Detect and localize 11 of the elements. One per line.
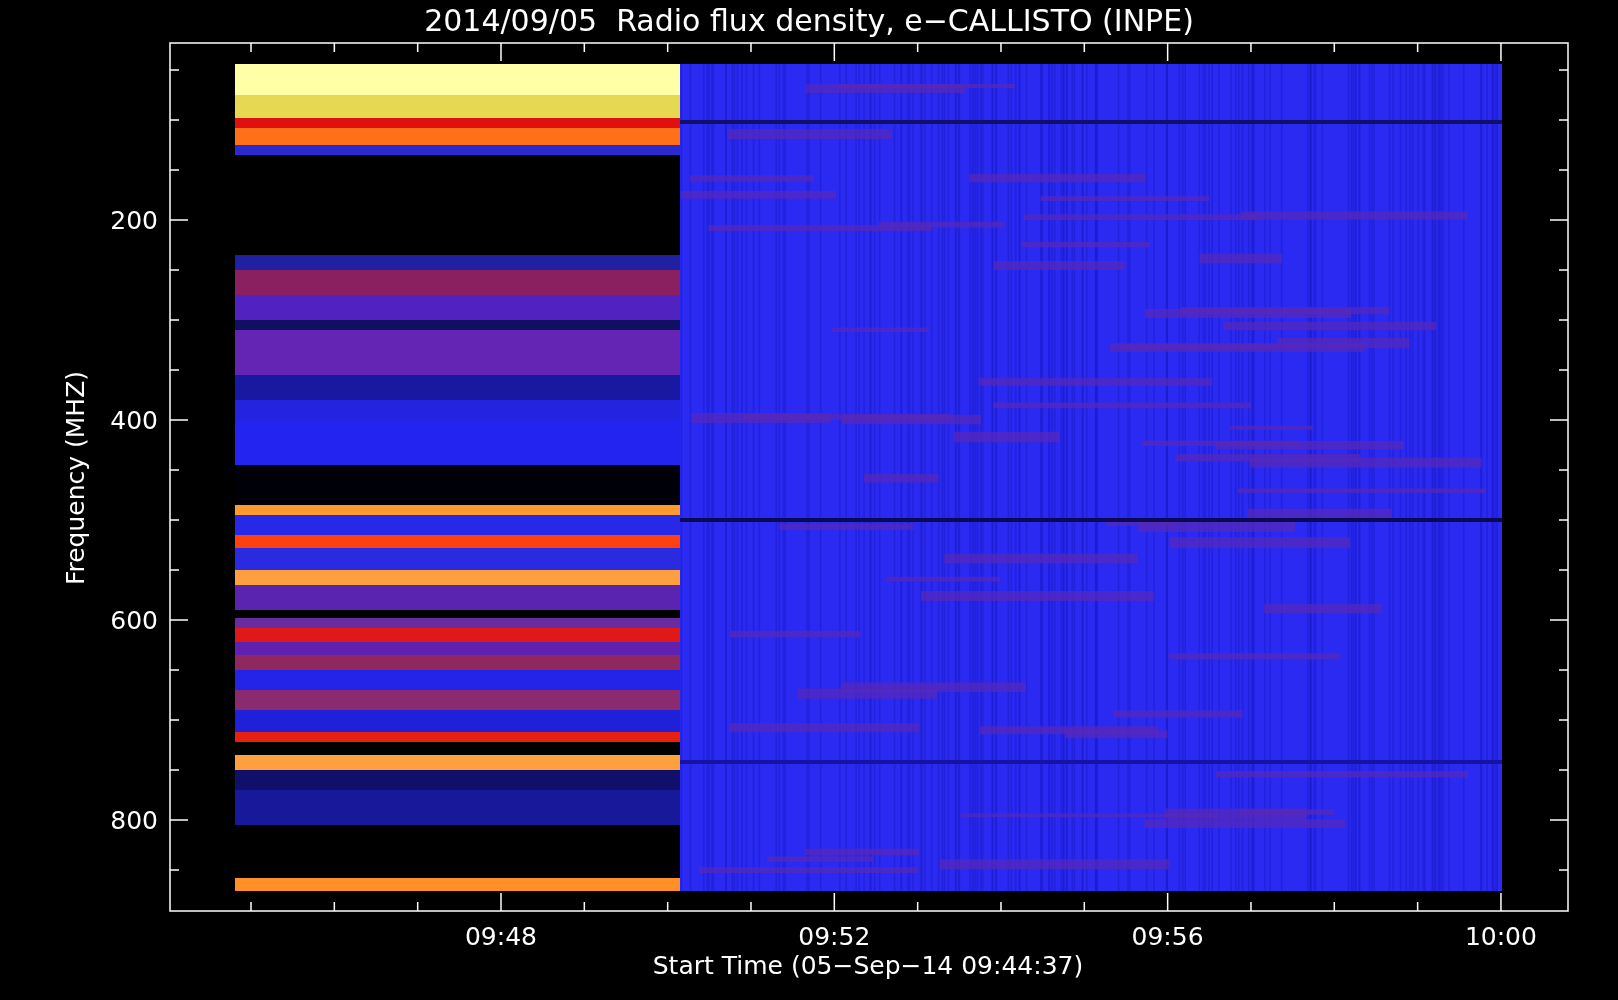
plot-title: 2014/09/05 Radio flux density, e−CALLISTO (INPE) <box>424 3 1194 38</box>
axis-tick-label: 400 <box>110 406 158 435</box>
axis-title: Frequency (MHZ) <box>61 370 90 586</box>
axis-tick-label: 600 <box>110 606 158 635</box>
axis-tick-label: 800 <box>110 806 158 835</box>
axis-title: Start Time (05−Sep−14 09:44:37) <box>652 951 1084 980</box>
axis-tick-label: 10:00 <box>1464 922 1537 951</box>
axis-tick-label: 09:56 <box>1131 922 1204 951</box>
axis-tick-label: 200 <box>110 206 158 235</box>
axis-tick-label: 09:52 <box>798 922 871 951</box>
axis-tick-label: 09:48 <box>465 922 537 951</box>
